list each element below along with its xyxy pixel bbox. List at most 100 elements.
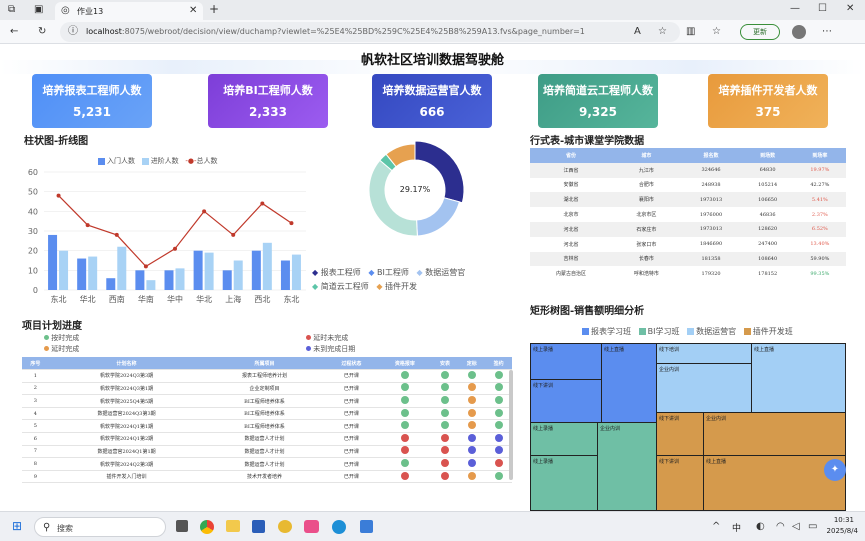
tab-actions-icon[interactable]: ▣ (34, 5, 43, 15)
bar[interactable] (193, 250, 203, 290)
treemap-cell[interactable]: 线下讲训 (656, 412, 704, 456)
treemap-cell[interactable]: 线上录播 (530, 455, 598, 511)
bar[interactable] (233, 260, 243, 291)
table-cell: 181358 (701, 255, 721, 262)
workspace-icon[interactable]: ⧉ (8, 5, 15, 15)
tray-chevron-icon[interactable]: ^ (712, 522, 720, 532)
project-table-scrollbar[interactable] (509, 370, 513, 480)
site-info-icon[interactable]: ⓘ (68, 27, 78, 37)
column-header[interactable]: 安表 (431, 357, 459, 371)
more-icon[interactable]: ⋯ (822, 27, 832, 37)
line-point[interactable] (173, 246, 177, 251)
column-header[interactable]: 签约 (485, 357, 512, 371)
line-point[interactable] (202, 209, 207, 214)
line-point[interactable] (231, 232, 236, 237)
file-explorer-icon[interactable] (226, 520, 240, 532)
treemap-cell[interactable]: 线上录播 (530, 422, 598, 456)
column-header[interactable]: 序号 (22, 357, 49, 371)
bar[interactable] (175, 268, 185, 290)
treemap-legend: 报表学习班 BI学习班 数据运营官 插件开发班 (582, 326, 793, 337)
column-header[interactable]: 过程状态 (324, 357, 379, 371)
taskbar-search[interactable]: ⚲ 搜索 (34, 517, 166, 537)
app-icon[interactable] (278, 520, 292, 533)
wifi-icon[interactable]: ◠ (776, 522, 785, 532)
y-tick-label: 50 (28, 188, 38, 197)
donut-slice[interactable] (416, 197, 461, 237)
treemap-cell[interactable]: 企业内训 (703, 412, 846, 456)
column-header[interactable]: 所属项目 (204, 357, 325, 371)
line-point[interactable] (85, 223, 90, 228)
treemap-cell[interactable]: 线上录播 (530, 343, 602, 380)
column-header[interactable]: 资格报审 (378, 357, 432, 371)
chrome-icon[interactable] (200, 520, 214, 534)
line-point[interactable] (56, 193, 61, 198)
bar[interactable] (117, 246, 127, 290)
line-point[interactable] (114, 232, 119, 237)
maximize-icon[interactable]: ☐ (818, 4, 827, 14)
line-point[interactable] (143, 264, 148, 269)
column-header[interactable]: 报名数 (680, 148, 742, 163)
card-value: 5,231 (73, 105, 111, 119)
word-icon[interactable] (252, 520, 265, 533)
bar[interactable] (251, 250, 261, 290)
project-table: 序号 计划名称 所属项目 过程状态 资格报审 安表 定标 签约 1 帆软学院2024Q3第3期 报表… (22, 357, 512, 484)
bar[interactable] (280, 260, 290, 291)
bar[interactable] (164, 270, 174, 290)
treemap-cell[interactable]: 线下培训 (656, 343, 752, 364)
bar[interactable] (204, 252, 214, 290)
new-tab-icon[interactable]: + (209, 3, 219, 15)
bar[interactable] (222, 270, 232, 290)
clock-time[interactable]: 10:31 (820, 516, 854, 524)
treemap-cell[interactable]: 线上直播 (751, 343, 846, 413)
bar[interactable] (59, 250, 69, 290)
donut-slice[interactable] (368, 159, 418, 237)
sidebar-icon[interactable]: ▥ (686, 27, 695, 37)
tray-icon[interactable]: ◐ (756, 522, 765, 532)
favorites-icon[interactable]: ☆ (712, 27, 721, 37)
treemap-cell[interactable]: 线上直播 (601, 343, 657, 423)
speaker-icon[interactable]: ◁ (792, 522, 800, 532)
status-dot (494, 383, 503, 392)
column-header[interactable]: 城市 (612, 148, 681, 163)
line-point[interactable] (289, 221, 294, 226)
close-window-icon[interactable]: ✕ (846, 4, 854, 14)
clock-date[interactable]: 2025/8/4 (816, 527, 858, 535)
bar[interactable] (77, 258, 87, 290)
app-icon-2[interactable] (360, 520, 373, 533)
bar[interactable] (291, 254, 301, 290)
bar[interactable] (48, 234, 58, 290)
treemap-cell[interactable]: 线下讲训 (530, 379, 602, 423)
edge-icon[interactable] (332, 520, 346, 534)
bar[interactable] (106, 278, 116, 290)
favorite-star-icon[interactable]: ☆ (658, 27, 667, 37)
update-button[interactable]: 更新 (740, 24, 780, 40)
close-tab-icon[interactable]: ✕ (189, 6, 197, 16)
status-cell (431, 432, 459, 446)
treemap-cell[interactable]: 线下讲训 (656, 455, 704, 511)
minimize-icon[interactable]: — (790, 4, 800, 14)
bilibili-icon[interactable] (304, 520, 319, 533)
x-tick-label: 上海 (225, 294, 241, 304)
back-icon[interactable]: ← (10, 27, 18, 37)
column-header[interactable]: 定标 (458, 357, 486, 371)
windows-start-icon[interactable]: ⊞ (12, 520, 22, 532)
treemap-cell[interactable]: 企业内训 (597, 422, 657, 511)
refresh-icon[interactable]: ↻ (38, 27, 46, 37)
profile-avatar[interactable] (792, 25, 806, 39)
ime-indicator[interactable]: 中 (732, 521, 741, 534)
bar[interactable] (88, 256, 98, 290)
bar[interactable] (262, 242, 272, 290)
treemap-cell[interactable]: 企业内训 (656, 363, 752, 413)
column-header[interactable]: 到场数 (741, 148, 794, 163)
bar[interactable] (146, 280, 156, 290)
bar[interactable] (135, 270, 145, 290)
column-header[interactable]: 到场率 (793, 148, 846, 163)
column-header[interactable]: 计划名称 (48, 357, 205, 371)
read-aloud-icon[interactable]: A (634, 27, 641, 37)
url-field[interactable]: ⓘ localhost:8075/webroot/decision/view/d… (60, 22, 680, 42)
browser-tab[interactable]: ◎ 作业13 ✕ (55, 2, 203, 20)
line-point[interactable] (260, 201, 265, 206)
floating-action-button[interactable]: ✦ (824, 459, 846, 481)
task-view-icon[interactable] (176, 520, 188, 532)
column-header[interactable]: 省份 (530, 148, 613, 163)
